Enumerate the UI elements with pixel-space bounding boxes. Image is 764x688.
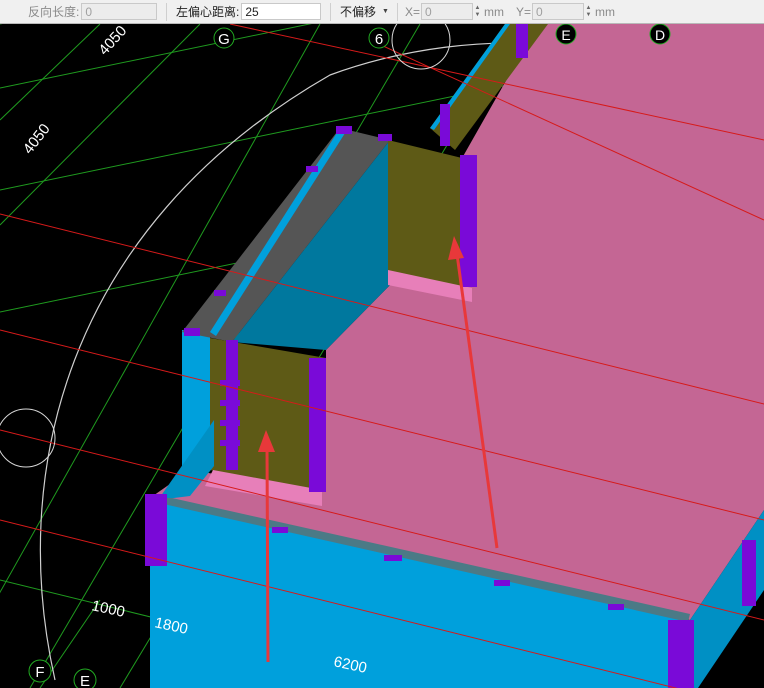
x-input[interactable] (421, 3, 474, 20)
reverse-length-group: 反向长度: (28, 0, 158, 23)
chevron-down-icon: ▼ (382, 8, 389, 15)
wall-back-panel[interactable] (388, 140, 462, 290)
column-marker (306, 166, 318, 172)
y-unit: mm (595, 4, 616, 19)
toolbar-divider (397, 3, 398, 21)
y-spinner[interactable]: ▲ ▼ (584, 3, 593, 20)
column-marker (494, 580, 510, 586)
y-input[interactable] (532, 3, 585, 20)
reverse-length-label: 反向长度: (28, 5, 80, 19)
axis-bubble-F[interactable]: F (28, 659, 52, 683)
axis-bubble-6[interactable]: 6 (368, 27, 390, 49)
offset-mode-group: 不偏移 ▼ (336, 0, 393, 23)
column-marker (184, 328, 200, 336)
spin-down-icon[interactable]: ▼ (586, 12, 592, 19)
spin-down-icon[interactable]: ▼ (475, 12, 481, 19)
x-coordinate-group: X= ▲▼ mm (405, 0, 504, 23)
spin-up-icon[interactable]: ▲ (586, 5, 592, 12)
column[interactable] (145, 494, 167, 566)
offset-mode-value: 不偏移 (340, 5, 377, 19)
axis-bubble-D[interactable]: D (649, 24, 671, 45)
column[interactable] (309, 358, 326, 492)
column-marker (378, 134, 392, 141)
y-label: Y= (516, 4, 532, 19)
spin-up-icon[interactable]: ▲ (475, 5, 481, 12)
column-marker (220, 400, 240, 406)
axis-label: F (35, 664, 44, 681)
property-toolbar: 反向长度: 左偏心距离: 不偏移 ▼ X= ▲▼ mm Y= ▲▼ mm (0, 0, 764, 24)
column-marker (220, 420, 240, 426)
axis-label: E (80, 673, 90, 688)
axis-bubble-G[interactable]: G (213, 27, 235, 49)
axis-label: G (218, 31, 230, 48)
toolbar-divider (330, 3, 331, 21)
x-unit: mm (484, 4, 505, 19)
offset-mode-dropdown[interactable]: 不偏移 ▼ (336, 2, 393, 21)
model-canvas[interactable]: G 6 E D F E 4050 4050 1000 1800 6200 (0, 24, 764, 688)
left-offset-input[interactable] (241, 3, 322, 20)
axis-label: D (655, 27, 665, 43)
column-marker (220, 440, 240, 446)
x-label: X= (405, 4, 421, 19)
column-marker (214, 290, 226, 296)
column-marker (272, 527, 288, 533)
x-spinner[interactable]: ▲ ▼ (473, 3, 482, 20)
column[interactable] (742, 540, 756, 606)
axis-label: E (561, 27, 570, 43)
3d-viewport[interactable]: G 6 E D F E 4050 4050 1000 1800 6200 (0, 24, 764, 688)
y-coordinate-group: Y= ▲▼ mm (516, 0, 615, 23)
column[interactable] (440, 104, 450, 146)
column[interactable] (668, 620, 694, 688)
column-marker (384, 555, 402, 561)
column[interactable] (516, 24, 528, 58)
arrow-shaft (265, 445, 270, 663)
axis-bubble-E-top[interactable]: E (555, 24, 577, 45)
left-offset-group: 左偏心距离: (176, 0, 322, 23)
left-offset-label: 左偏心距离: (176, 5, 240, 19)
axis-label: 6 (375, 31, 383, 48)
column[interactable] (460, 155, 477, 287)
axis-bubble-E-left[interactable]: E (73, 668, 97, 688)
toolbar-divider (166, 3, 167, 21)
reverse-length-input[interactable] (81, 3, 158, 20)
column-marker (608, 604, 624, 610)
column-marker (336, 126, 352, 134)
